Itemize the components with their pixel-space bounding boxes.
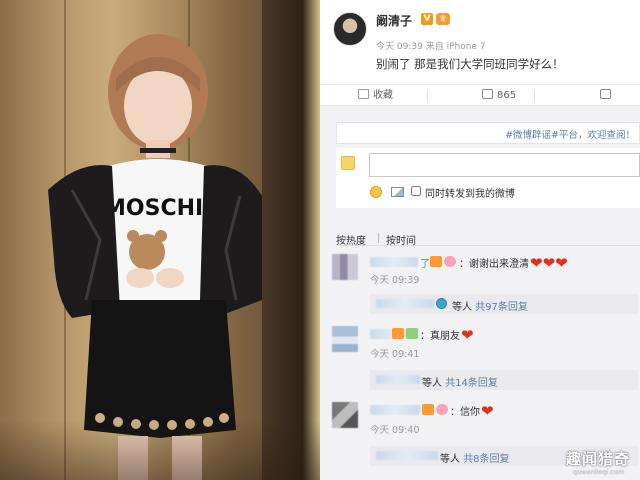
sort-underline <box>336 245 640 246</box>
jacket-left <box>48 165 120 318</box>
reply-prefix: 等人 <box>422 378 442 389</box>
author-avatar[interactable] <box>333 12 367 46</box>
reply-summary[interactable]: 等人 共14条回复 <box>370 370 638 390</box>
post-meta: 今天 09:39 来自 iPhone 7 <box>376 39 486 52</box>
post-photo[interactable]: MOSCHIN <box>0 0 320 480</box>
comment-input[interactable] <box>369 153 640 177</box>
teddy-ear <box>127 230 139 242</box>
shorts-shape <box>84 300 236 438</box>
heart-emoji-icon: ❤❤❤ <box>530 254 568 272</box>
rumor-notice-link[interactable]: #微博辟谣#平台，欢迎查阅！ <box>505 127 635 141</box>
sticker-icon <box>436 298 447 309</box>
vip-crown-icon: ♛ <box>436 13 450 25</box>
heart-emoji-icon: ❤ <box>461 326 474 344</box>
vip-badge-icon <box>392 328 404 339</box>
reply-count[interactable]: 共97条回复 <box>475 302 528 313</box>
action-divider <box>427 90 428 102</box>
favorite-button[interactable]: 收藏 <box>358 85 393 107</box>
comment-body: ：谢谢出来澄清 <box>459 259 529 270</box>
author-username[interactable]: 阚清子 <box>376 12 412 29</box>
comment-body: ：信你 <box>450 407 480 418</box>
action-divider <box>534 90 535 102</box>
my-avatar <box>341 156 355 170</box>
reply-prefix: 等人 <box>440 454 460 465</box>
verified-badge-icon: V <box>421 13 433 25</box>
person-figure: MOSCHIN <box>48 34 262 480</box>
comment-text: ：信你❤ <box>450 402 494 420</box>
watermark-logo: 趣闻猎奇 <box>566 450 631 468</box>
reply-prefix: 等人 <box>452 302 472 313</box>
post-text: 别闹了 那是我们大学同班同学好么！ <box>376 57 564 71</box>
comment-text: ：谢谢出来澄清❤❤❤ <box>459 254 568 272</box>
comment-time: 今天 09:41 <box>370 349 420 360</box>
vip-badge-icon <box>422 404 434 415</box>
comment-sort-bar: 按热度 按时间 <box>336 226 640 248</box>
star-icon <box>358 89 369 99</box>
commenter-avatar[interactable] <box>332 402 358 428</box>
post-time[interactable]: 今天 09:39 <box>376 42 423 52</box>
reply-text: 等人 共8条回复 <box>440 450 510 465</box>
reply-text: 等人 共97条回复 <box>452 298 528 313</box>
heart-emoji-icon: ❤ <box>481 402 494 420</box>
emoji-icon[interactable] <box>370 186 382 198</box>
replier-name-blurred <box>376 299 434 308</box>
commenter-avatar[interactable] <box>332 254 358 280</box>
hand-shape <box>126 268 154 288</box>
repost-button[interactable]: 865 <box>482 85 516 107</box>
reply-text: 等人 共14条回复 <box>422 374 498 389</box>
repost-icon <box>482 89 493 99</box>
vip-badge-icon <box>430 256 442 267</box>
replier-name-blurred <box>376 375 420 384</box>
comment-time: 今天 09:40 <box>370 425 420 436</box>
cat-badge-icon <box>406 328 418 339</box>
comment-composer: 同时转发到我的微博 <box>336 148 640 208</box>
favorite-label: 收藏 <box>373 90 393 101</box>
heart-badge-icon <box>436 404 448 415</box>
commenter-name-blurred[interactable] <box>370 405 420 415</box>
reply-summary[interactable]: 等人 共97条回复 <box>370 294 638 314</box>
replier-name-blurred <box>376 451 438 460</box>
image-upload-icon[interactable] <box>391 187 404 197</box>
comment-time: 今天 09:39 <box>370 275 420 286</box>
comment-text: ：真朋友❤ <box>420 326 474 344</box>
commenter-name-blurred[interactable] <box>370 257 418 267</box>
rumor-notice: #微博辟谣#平台，欢迎查阅！ <box>336 122 640 144</box>
commenter-name-tail[interactable]: 了 <box>420 255 430 270</box>
repost-count: 865 <box>497 90 517 101</box>
reply-count[interactable]: 共8条回复 <box>463 454 509 465</box>
repost-checkbox[interactable] <box>411 186 421 196</box>
watermark-url: quwenlieqi.com <box>573 468 625 476</box>
comment-body: ：真朋友 <box>420 331 460 342</box>
choker-shape <box>140 148 176 153</box>
reply-count[interactable]: 共14条回复 <box>445 378 498 389</box>
post-header: 阚清子 V ♛ 今天 09:39 来自 iPhone 7 别闹了 那是我们大学同… <box>320 0 640 84</box>
hand-shape <box>156 268 184 288</box>
repost-checkbox-label: 同时转发到我的微博 <box>425 189 515 200</box>
face-shape <box>124 66 192 146</box>
post-source: iPhone 7 <box>446 42 486 52</box>
sort-divider <box>378 233 379 243</box>
post-action-bar: 收藏 865 5835 <box>320 84 640 122</box>
heart-badge-icon <box>444 256 456 267</box>
jacket-right <box>200 165 262 318</box>
teddy-ear <box>155 230 167 242</box>
source-prefix: 来自 <box>425 42 444 52</box>
commenter-avatar[interactable] <box>332 326 358 352</box>
weibo-post-panel: 阚清子 V ♛ 今天 09:39 来自 iPhone 7 别闹了 那是我们大学同… <box>320 0 640 480</box>
comment-button[interactable]: 5835 <box>600 85 640 122</box>
comment-icon <box>600 89 611 99</box>
floor-shadow <box>0 420 320 480</box>
